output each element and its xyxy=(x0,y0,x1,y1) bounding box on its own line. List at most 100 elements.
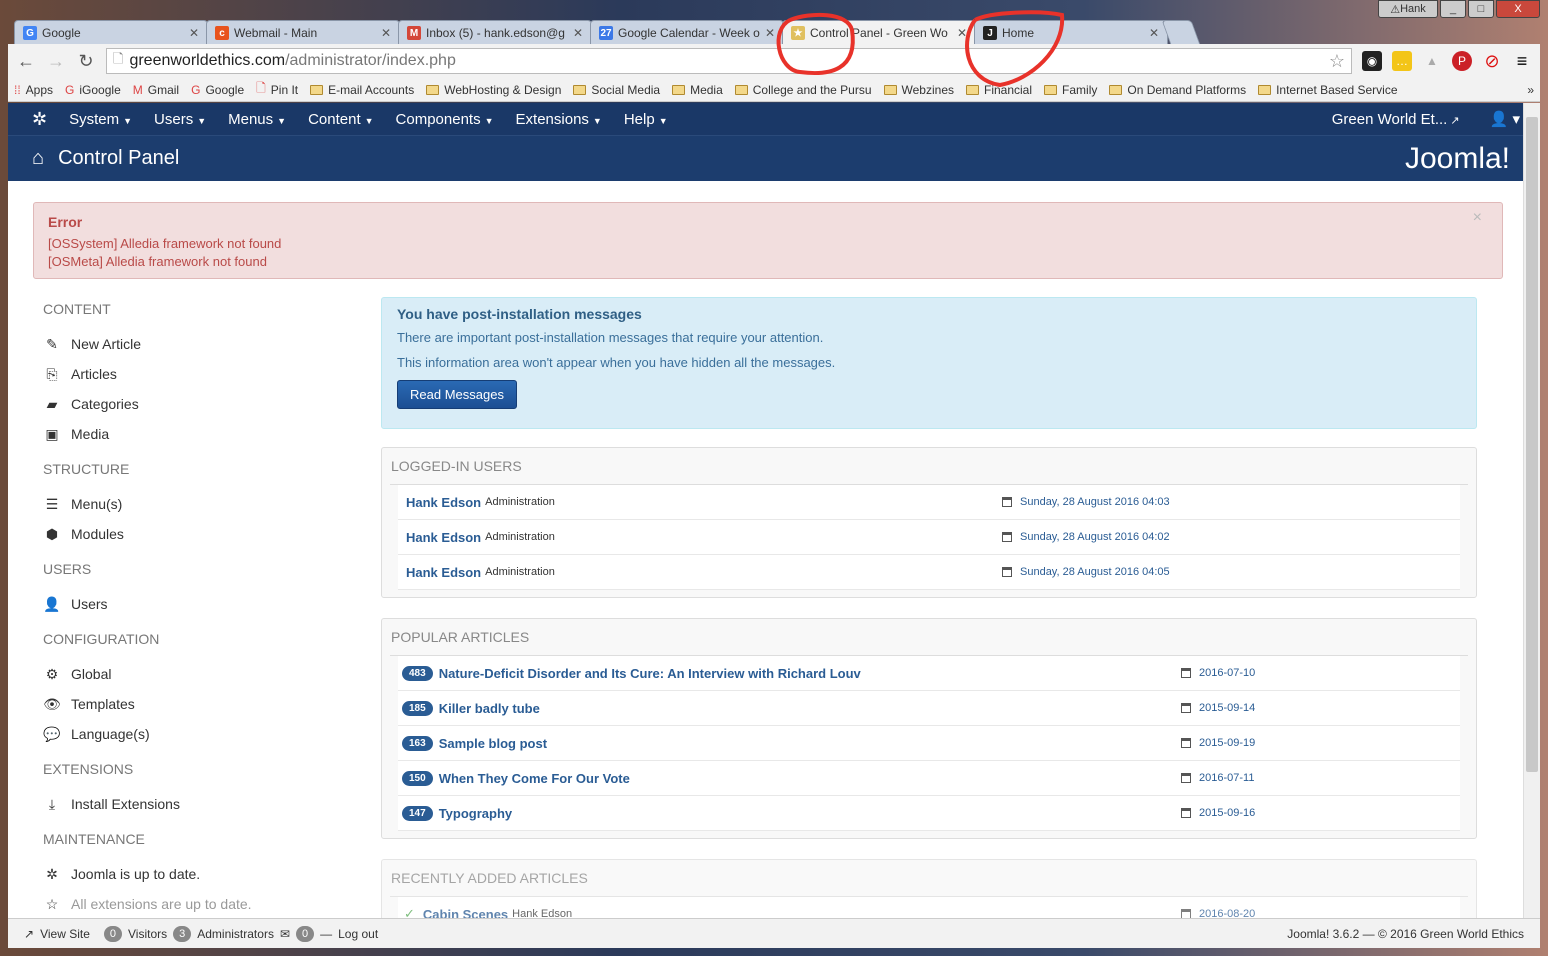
address-bar[interactable]: 🗋 greenworldethics.com/administrator/ind… xyxy=(106,48,1352,74)
bookmark-item[interactable]: Webzines xyxy=(883,83,954,97)
site-link[interactable]: Green World Et... ↗ xyxy=(1332,111,1460,128)
bookmark-item[interactable]: M Gmail xyxy=(133,83,179,97)
browser-tab[interactable]: J Home ✕ xyxy=(974,20,1168,45)
bookmark-item[interactable]: 🗋 Pin It xyxy=(256,79,298,100)
tab-close-icon[interactable]: ✕ xyxy=(1149,26,1159,40)
hits-badge: 483 xyxy=(402,665,433,681)
tab-close-icon[interactable]: ✕ xyxy=(765,26,775,40)
bookmark-item[interactable]: Internet Based Service xyxy=(1258,83,1398,97)
postinstall-text: There are important post-installation me… xyxy=(397,330,824,345)
sidebar-item[interactable]: ✎ New Article xyxy=(43,329,343,359)
pinterest-icon[interactable]: P xyxy=(1452,51,1472,71)
user-name-link[interactable]: Hank Edson xyxy=(406,495,481,510)
minimize-button[interactable]: _ xyxy=(1440,0,1466,18)
nav-menu-content[interactable]: Content ▼ xyxy=(308,111,373,128)
scrollbar[interactable] xyxy=(1523,103,1540,948)
sidebar-item[interactable]: ⎘ Articles xyxy=(43,359,343,389)
calendar-icon xyxy=(1181,773,1191,783)
bookmark-item[interactable]: Financial xyxy=(966,83,1032,97)
sidebar-item[interactable]: 💬 Language(s) xyxy=(43,719,343,749)
tab-close-icon[interactable]: ✕ xyxy=(573,26,583,40)
bookmark-item[interactable]: G Google xyxy=(191,83,244,97)
sidebar-item[interactable]: ☰ Menu(s) xyxy=(43,489,343,519)
more-bookmarks-icon[interactable]: » xyxy=(1527,83,1534,97)
popular-article-row: 185 Killer badly tube 2015-09-14 xyxy=(398,691,1460,726)
nav-menu-label: Menus xyxy=(228,110,274,128)
bookmark-icon: 🗋 xyxy=(256,81,266,95)
sidebar-item[interactable]: ▰ Categories xyxy=(43,389,343,419)
bookmark-item[interactable]: GiGoogle xyxy=(65,83,121,97)
menu-icon[interactable]: ≡ xyxy=(1512,51,1532,71)
panel-title: RECENTLY ADDED ARTICLES xyxy=(390,860,1468,897)
back-icon[interactable]: ← xyxy=(16,51,36,72)
sidebar-item[interactable]: ▣ Media xyxy=(43,419,343,449)
joomla-icon[interactable]: ✲ xyxy=(32,109,47,130)
tab-close-icon[interactable]: ✕ xyxy=(189,26,199,40)
folder-icon xyxy=(426,84,440,95)
article-link[interactable]: When They Come For Our Vote xyxy=(439,771,630,786)
sidebar-item[interactable]: 👁 Templates xyxy=(43,689,343,719)
bookmarks-bar: ⁞⁞ Apps GiGoogle M Gmail G Google 🗋 Pin It E-mail… xyxy=(8,78,1540,102)
sidebar-item[interactable]: ✲ Joomla is up to date. xyxy=(43,859,343,889)
nav-menu-help[interactable]: Help ▼ xyxy=(624,111,668,128)
forward-icon[interactable]: → xyxy=(46,51,66,72)
bookmark-star-icon[interactable]: ☆ xyxy=(1329,51,1345,72)
sidebar-item[interactable]: ⬢ Modules xyxy=(43,519,343,549)
bookmark-item[interactable]: ⁞⁞ Apps xyxy=(14,83,53,97)
sidebar-item[interactable]: ☆ All extensions are up to date. xyxy=(43,889,343,919)
user-name-link[interactable]: Hank Edson xyxy=(406,530,481,545)
bookmark-item[interactable]: Social Media xyxy=(573,83,660,97)
article-link[interactable]: Killer badly tube xyxy=(439,701,540,716)
browser-tab[interactable]: G Google ✕ xyxy=(14,20,208,45)
caret-down-icon: ▼ xyxy=(658,115,668,126)
tab-close-icon[interactable]: ✕ xyxy=(381,26,391,40)
article-link[interactable]: Nature-Deficit Disorder and Its Cure: An… xyxy=(439,666,861,681)
user-menu-icon[interactable]: 👤 ▾ xyxy=(1490,110,1520,128)
bookmark-item[interactable]: Media xyxy=(672,83,723,97)
nav-menu-components[interactable]: Components ▼ xyxy=(396,111,494,128)
adblock-icon[interactable]: ⊘ xyxy=(1482,51,1502,71)
bookmark-item[interactable]: On Demand Platforms xyxy=(1109,83,1246,97)
browser-tab[interactable]: 27 Google Calendar - Week o ✕ xyxy=(590,20,784,45)
article-link[interactable]: Typography xyxy=(439,806,512,821)
logged-in-user-row: Hank Edson Administration Sunday, 28 Augus… xyxy=(398,485,1460,520)
reload-icon[interactable]: ↻ xyxy=(76,51,96,72)
nav-menu-users[interactable]: Users ▼ xyxy=(154,111,206,128)
sidebar-item-icon: ✎ xyxy=(46,335,58,352)
browser-tab[interactable]: c Webmail - Main ✕ xyxy=(206,20,400,45)
nav-menu-menus[interactable]: Menus ▼ xyxy=(228,111,286,128)
tab-favicon-icon: 27 xyxy=(599,26,613,40)
logout-link[interactable]: Log out xyxy=(338,927,378,941)
tab-favicon-icon: c xyxy=(215,26,229,40)
browser-tab[interactable]: M Inbox (5) - hank.edson@g ✕ xyxy=(398,20,592,45)
scrollbar-thumb[interactable] xyxy=(1526,117,1538,772)
bookmark-item[interactable]: WebHosting & Design xyxy=(426,83,561,97)
nav-menu-system[interactable]: System ▼ xyxy=(69,111,132,128)
profile-name: Hank xyxy=(1400,3,1426,15)
profile-button[interactable]: ⚠ Hank xyxy=(1378,0,1438,18)
bookmark-item[interactable]: Family xyxy=(1044,83,1097,97)
read-messages-button[interactable]: Read Messages xyxy=(397,380,517,409)
article-link[interactable]: Sample blog post xyxy=(439,736,547,751)
nav-menu-extensions[interactable]: Extensions ▼ xyxy=(516,111,602,128)
sidebar: CONTENT ✎ New Article ⎘ Articles ▰ Categories ▣… xyxy=(43,299,343,931)
alert-close-button[interactable]: × xyxy=(1473,209,1482,227)
notes-extension-icon[interactable]: … xyxy=(1392,51,1412,71)
tab-close-icon[interactable]: ✕ xyxy=(957,26,967,40)
user-name-link[interactable]: Hank Edson xyxy=(406,565,481,580)
view-site-link[interactable]: View Site xyxy=(40,927,90,941)
messages-count[interactable]: 0 xyxy=(296,925,315,942)
bookmark-item[interactable]: E-mail Accounts xyxy=(310,83,414,97)
bookmark-item[interactable]: College and the Pursu xyxy=(734,83,872,97)
sidebar-item[interactable]: 👤 Users xyxy=(43,589,343,619)
drive-extension-icon[interactable]: ▲ xyxy=(1422,51,1442,71)
close-window-button[interactable]: X xyxy=(1496,0,1540,18)
sidebar-item[interactable]: ⤓ Install Extensions xyxy=(43,789,343,819)
joomla-logo[interactable]: Joomla! xyxy=(1405,142,1510,176)
sidebar-item[interactable]: ⚙ Global xyxy=(43,659,343,689)
browser-tab[interactable]: ★ Control Panel - Green Wo ✕ xyxy=(782,20,976,45)
tab-title: Inbox (5) - hank.edson@g xyxy=(426,26,565,40)
owl-extension-icon[interactable]: ◉ xyxy=(1362,51,1382,71)
caret-down-icon: ▼ xyxy=(364,115,374,126)
maximize-button[interactable]: □ xyxy=(1468,0,1494,18)
